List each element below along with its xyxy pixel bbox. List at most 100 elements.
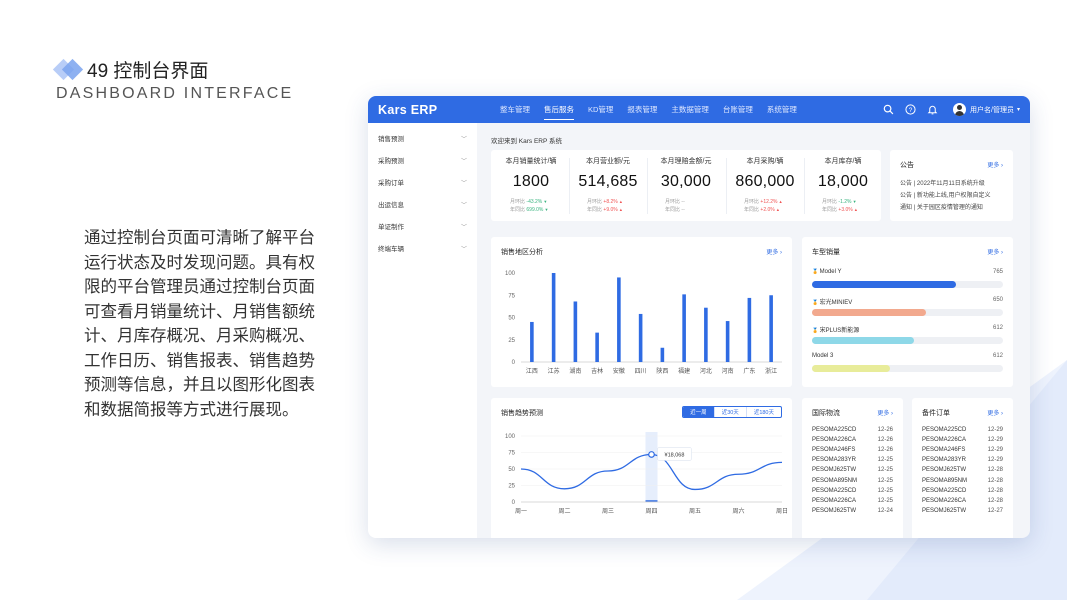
user-name[interactable]: 用户名/管理员 [970, 105, 1014, 115]
orders-more-link[interactable]: 更多 › [987, 408, 1003, 417]
list-item[interactable]: PESOMA226CA 12-29 [922, 437, 1003, 443]
sidebar-item[interactable]: 采购预测 ﹀ [368, 149, 477, 171]
list-item[interactable]: PESOMA225CD 12-25 [812, 488, 893, 494]
list-item[interactable]: PESOMA225CD 12-29 [922, 427, 1003, 433]
highlight-band [645, 432, 658, 502]
model-name-text: Model Y [819, 269, 842, 275]
tab-2[interactable]: 售后服务 [537, 96, 581, 123]
diamond-logo-icon [52, 58, 84, 82]
compare-value: +3.0% [838, 207, 853, 213]
list-item[interactable]: PESOMJ625TW 12-28 [922, 467, 1003, 473]
stat-value: 30,000 [660, 173, 712, 190]
x-tick-label: 安徽 [613, 367, 625, 375]
stat-compare: 月环比 -1.2% ▼ [822, 198, 878, 206]
model-name: Model 3 [812, 353, 833, 359]
x-tick-label: 周五 [689, 508, 701, 515]
model-sales-title: 车型销量 [812, 249, 840, 256]
stat-compare: 月环比 +12.2% ▲ [744, 198, 800, 206]
compare-label: 年同比 [587, 207, 603, 213]
list-item[interactable]: PESOMJ625TW 12-24 [812, 508, 893, 514]
list-item[interactable]: PESOMA283YR 12-29 [922, 457, 1003, 463]
notice-item[interactable]: 通知 | 关于园区疫情管理的通知 [900, 202, 983, 211]
stat-compare: 月环比 -- [665, 198, 721, 206]
tab-7[interactable]: 系统管理 [760, 96, 804, 123]
sidebar-item[interactable]: 终端车辆 ﹀ [368, 237, 477, 259]
list-item[interactable]: PESOMA226CA 12-28 [922, 498, 1003, 504]
arrow-down-icon: ▼ [543, 207, 549, 212]
model-name: 🏅 Model Y [812, 269, 842, 275]
list-item[interactable]: PESOMA225CD 12-28 [922, 488, 1003, 494]
stat-compare: 年同比 -- [665, 206, 721, 214]
list-item[interactable]: PESOMA225CD 12-26 [812, 427, 893, 433]
list-item-code: PESOMA246FS [812, 447, 856, 454]
compare-value: +12.2% [760, 199, 778, 205]
divider [804, 158, 805, 214]
bar [725, 321, 730, 362]
model-more-link[interactable]: 更多 › [987, 247, 1003, 256]
search-icon[interactable] [881, 103, 895, 117]
sidebar-item[interactable]: 采购订单 ﹀ [368, 171, 477, 193]
award-icon: 🏅 [812, 269, 820, 275]
svg-text:?: ? [908, 107, 912, 114]
list-item[interactable]: PESOMA246FS 12-26 [812, 447, 893, 453]
list-item[interactable]: PESOMA895NM 12-28 [922, 478, 1003, 484]
model-progress-track [812, 309, 1003, 316]
y-tick-label: 50 [508, 467, 515, 473]
list-item-date: 12-25 [877, 467, 893, 474]
tab-6[interactable]: 台账管理 [716, 96, 760, 123]
logistics-more-link[interactable]: 更多 › [877, 408, 893, 417]
tab-3[interactable]: KD管理 [581, 96, 620, 123]
model-value: 612 [992, 353, 1003, 359]
list-item[interactable]: PESOMA226CA 12-26 [812, 437, 893, 443]
list-item[interactable]: PESOMA226CA 12-25 [812, 498, 893, 504]
notice-item[interactable]: 公告 | 2022年11月11日系统升级 [900, 178, 985, 187]
app-logo[interactable]: Kars ERP [378, 103, 493, 117]
award-icon: 🏅 [812, 300, 820, 306]
notice-title: 公告 [900, 162, 914, 169]
list-item[interactable]: PESOMJ625TW 12-25 [812, 467, 893, 473]
x-tick-label: 四川 [635, 368, 647, 375]
compare-value: -1.2% [838, 199, 852, 205]
list-item[interactable]: PESOMA283YR 12-25 [812, 457, 893, 463]
avatar[interactable] [953, 103, 967, 116]
help-icon[interactable]: ? [903, 103, 917, 117]
model-name-text: Model 3 [812, 353, 834, 359]
compare-value: +8.2% [603, 199, 618, 205]
model-progress-fill [812, 365, 891, 372]
compare-value: +9.0% [603, 207, 618, 213]
x-tick-label: 陕西 [656, 367, 668, 375]
list-item-code: PESOMA895NM [812, 477, 858, 484]
x-tick-label: 周二 [558, 508, 570, 515]
slide-title: 49 控制台界面 [52, 56, 208, 83]
notice-more-link[interactable]: 更多 › [987, 160, 1003, 169]
list-item-code: PESOMJ625TW [922, 467, 967, 474]
list-item-code: PESOMA226CA [922, 437, 967, 444]
list-item-date: 12-29 [987, 427, 1003, 433]
list-item-code: PESOMA225CD [812, 487, 857, 494]
list-item[interactable]: PESOMA895NM 12-25 [812, 478, 893, 484]
tab-5[interactable]: 主数据管理 [664, 96, 716, 123]
chart-tooltip: ¥18,068 [657, 447, 692, 461]
logistics-card: 国际物流 更多 › PESOMA225CD 12-26 PESOMA226CA 12-… [802, 398, 903, 538]
sidebar-item[interactable]: 销售预测 ﹀ [368, 127, 477, 149]
tab-1[interactable]: 整车管理 [493, 96, 537, 123]
notice-item[interactable]: 公告 | 新功能上线,用户权限自定义 [900, 190, 991, 199]
stat-label: 本月销量统计/辆 [505, 158, 557, 165]
list-item[interactable]: PESOMJ625TW 12-27 [922, 508, 1003, 514]
model-progress-fill [812, 281, 957, 288]
sidebar-item[interactable]: 单证制作 ﹀ [368, 215, 477, 237]
list-item-date: 12-26 [877, 427, 893, 433]
sidebar-item[interactable]: 出运信息 ﹀ [368, 193, 477, 215]
stat-block: 本月营业额/元 514,685 月环比 +8.2% ▲ 年同比 +9.0% ▲ [573, 156, 643, 214]
list-item-code: PESOMA895NM [922, 477, 968, 484]
list-item-date: 12-26 [877, 437, 893, 444]
list-item[interactable]: PESOMA246FS 12-29 [922, 447, 1003, 453]
stat-value: 1800 [512, 173, 550, 190]
model-name: 🏅 宋PLUS新能源 [812, 325, 859, 334]
slide-subtitle: DASHBOARD INTERFACE [56, 85, 294, 102]
chevron-down-icon[interactable]: ▾ [1017, 106, 1020, 113]
compare-label: 年同比 [510, 207, 526, 213]
tab-4[interactable]: 报表管理 [620, 96, 664, 123]
bell-icon[interactable] [925, 103, 939, 117]
list-item-date: 12-24 [877, 507, 893, 514]
